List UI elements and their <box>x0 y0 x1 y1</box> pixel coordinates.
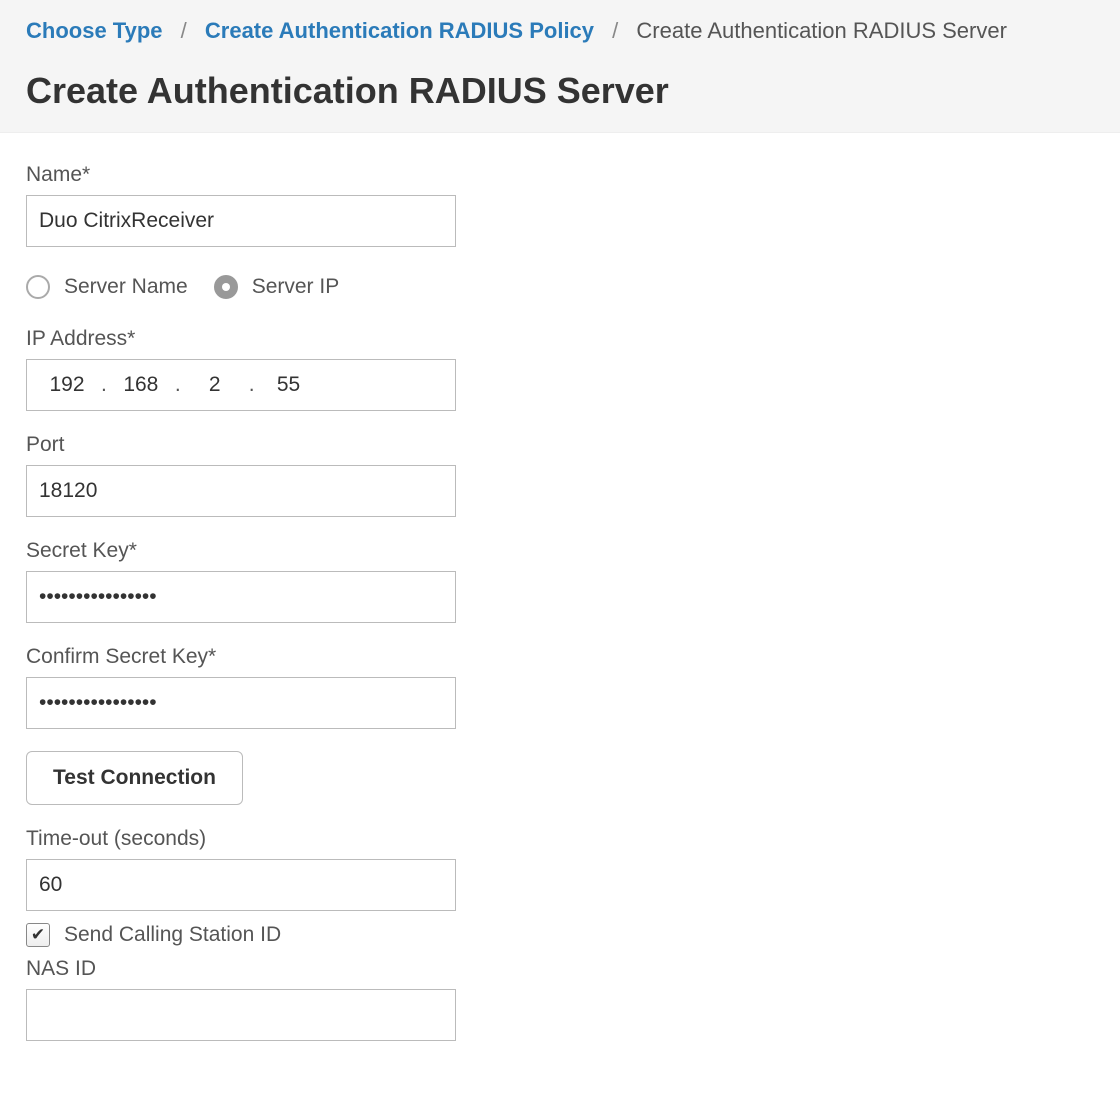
radio-server-ip-label: Server IP <box>252 275 340 299</box>
field-timeout: Time-out (seconds) <box>26 827 1094 911</box>
field-port: Port <box>26 433 1094 517</box>
send-calling-station-checkbox[interactable] <box>26 923 50 947</box>
header-region: Choose Type / Create Authentication RADI… <box>0 0 1120 133</box>
field-confirm-secret-key: Confirm Secret Key* <box>26 645 1094 729</box>
confirm-secret-key-input[interactable] <box>26 677 456 729</box>
ip-dot: . <box>99 373 109 397</box>
field-name: Name* <box>26 163 1094 247</box>
breadcrumb-separator: / <box>181 18 187 43</box>
breadcrumb-link-radius-policy[interactable]: Create Authentication RADIUS Policy <box>205 18 594 43</box>
radio-server-name[interactable] <box>26 275 50 299</box>
radio-server-ip[interactable] <box>214 275 238 299</box>
field-nas-id: NAS ID <box>26 957 1094 1041</box>
name-input[interactable] <box>26 195 456 247</box>
name-label: Name* <box>26 163 1094 187</box>
page-title: Create Authentication RADIUS Server <box>26 70 1094 112</box>
server-mode-radio-group: Server Name Server IP <box>26 275 1094 299</box>
send-calling-station-label: Send Calling Station ID <box>64 923 281 947</box>
radio-server-name-label: Server Name <box>64 275 188 299</box>
confirm-secret-key-label: Confirm Secret Key* <box>26 645 1094 669</box>
ip-octet-4[interactable] <box>257 373 321 397</box>
timeout-label: Time-out (seconds) <box>26 827 1094 851</box>
test-connection-button[interactable]: Test Connection <box>26 751 243 805</box>
breadcrumb-separator: / <box>612 18 618 43</box>
field-secret-key: Secret Key* <box>26 539 1094 623</box>
ip-octet-1[interactable] <box>35 373 99 397</box>
nas-id-input[interactable] <box>26 989 456 1041</box>
field-ip-address: IP Address* . . . <box>26 327 1094 411</box>
ip-address-label: IP Address* <box>26 327 1094 351</box>
port-label: Port <box>26 433 1094 457</box>
timeout-input[interactable] <box>26 859 456 911</box>
field-send-calling-station: Send Calling Station ID <box>26 923 1094 947</box>
secret-key-label: Secret Key* <box>26 539 1094 563</box>
ip-dot: . <box>247 373 257 397</box>
breadcrumb-current: Create Authentication RADIUS Server <box>636 18 1007 43</box>
ip-octet-2[interactable] <box>109 373 173 397</box>
form-area: Name* Server Name Server IP IP Address* … <box>0 133 1120 1041</box>
ip-dot: . <box>173 373 183 397</box>
breadcrumb: Choose Type / Create Authentication RADI… <box>26 18 1094 44</box>
ip-address-input[interactable]: . . . <box>26 359 456 411</box>
ip-octet-3[interactable] <box>183 373 247 397</box>
nas-id-label: NAS ID <box>26 957 1094 981</box>
secret-key-input[interactable] <box>26 571 456 623</box>
port-input[interactable] <box>26 465 456 517</box>
breadcrumb-link-choose-type[interactable]: Choose Type <box>26 18 163 43</box>
